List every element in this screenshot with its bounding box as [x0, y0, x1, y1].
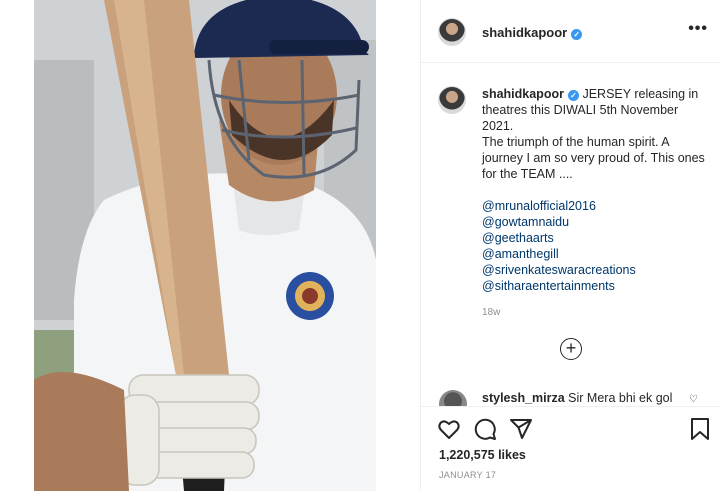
comment-username[interactable]: stylesh_mirza	[482, 391, 565, 405]
plus-circle-icon[interactable]: +	[560, 338, 582, 360]
likes-count[interactable]: 1,220,575 likes	[439, 448, 526, 462]
verified-icon: ✓	[571, 29, 583, 40]
mentions-list: @mrunalofficial2016 @gowtamnaidu @geetha…	[482, 198, 710, 294]
post-caption: shahidkapoor ✓ JERSEY releasing in theatr…	[482, 86, 710, 294]
post-panel: shahidkapoor ✓ ••• shahidkapoor ✓ JERSEY r…	[420, 0, 719, 491]
caption-avatar[interactable]	[438, 86, 466, 114]
heart-icon[interactable]	[437, 417, 461, 441]
comment-avatar[interactable]	[439, 390, 467, 406]
profile-avatar[interactable]	[438, 18, 466, 46]
comment-body: Sir Mera bhi ek gol	[568, 391, 673, 405]
mention-link[interactable]: @sitharaentertainments	[482, 278, 710, 294]
comment-text: stylesh_mirza Sir Mera bhi ek gol	[482, 391, 672, 405]
caption-text-2: The triumph of the human spirit. A journ…	[482, 135, 705, 181]
mention-link[interactable]: @srivenkateswaracreations	[482, 262, 710, 278]
comment-row: stylesh_mirza Sir Mera bhi ek gol ♡	[421, 390, 719, 406]
mention-link[interactable]: @mrunalofficial2016	[482, 198, 710, 214]
verified-icon: ✓	[567, 90, 579, 101]
caption-username[interactable]: shahidkapoor	[482, 87, 564, 101]
post-photo[interactable]	[34, 0, 376, 491]
comment-icon[interactable]	[473, 417, 497, 441]
mention-link[interactable]: @amanthegill	[482, 246, 710, 262]
mention-link[interactable]: @gowtamnaidu	[482, 214, 710, 230]
post-header: shahidkapoor ✓ •••	[421, 0, 719, 63]
post-actions: 1,220,575 likes JANUARY 17	[421, 406, 719, 491]
bookmark-icon[interactable]	[689, 417, 711, 441]
cricketer-photo	[34, 0, 376, 491]
post-date[interactable]: JANUARY 17	[439, 470, 496, 480]
caption-age[interactable]: 18w	[482, 307, 500, 318]
header-username[interactable]: shahidkapoor ✓	[482, 25, 583, 40]
share-icon[interactable]	[509, 417, 533, 441]
comments-area: shahidkapoor ✓ JERSEY releasing in theatr…	[421, 64, 719, 406]
mention-link[interactable]: @geethaarts	[482, 230, 710, 246]
comment-heart-icon[interactable]: ♡	[689, 394, 698, 405]
more-options-button[interactable]: •••	[688, 20, 708, 38]
